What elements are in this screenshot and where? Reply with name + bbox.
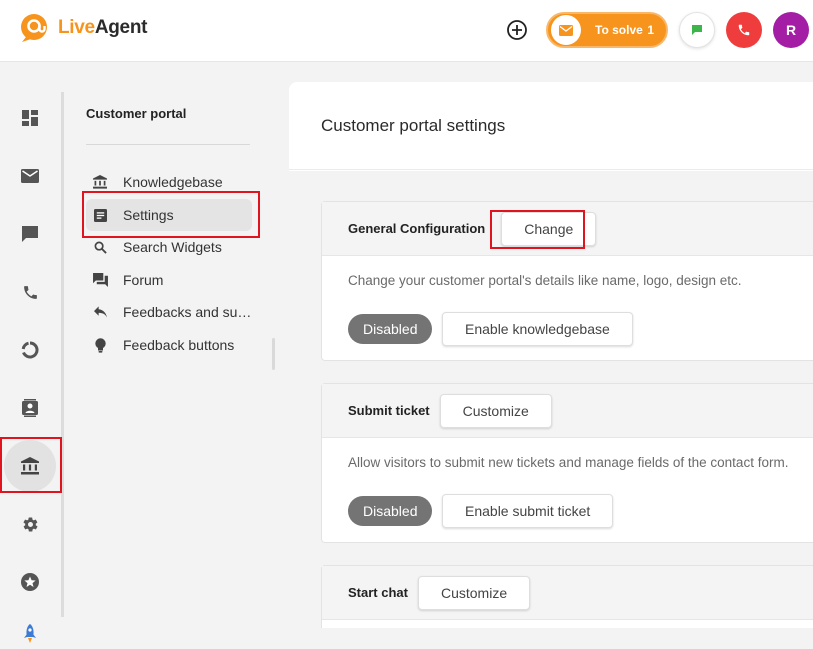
panel-divider <box>86 144 250 145</box>
section-description: Allow visitors to submit new tickets and… <box>348 455 789 470</box>
highlight-change-button <box>490 210 585 249</box>
avatar-initial: R <box>785 22 797 38</box>
section-title: Start chat <box>348 585 408 600</box>
logo-text-live: Live <box>58 17 95 38</box>
star-icon <box>21 573 39 591</box>
nav-item-forum[interactable]: Forum <box>86 264 252 296</box>
bulb-icon <box>92 337 108 353</box>
rail-reports[interactable] <box>4 324 56 376</box>
rail-mail[interactable] <box>4 150 56 202</box>
rail-getting-started[interactable] <box>4 614 56 649</box>
panel-title: Customer portal <box>86 106 187 121</box>
status-badge: Disabled <box>348 314 433 344</box>
chat-status-button[interactable] <box>679 12 715 48</box>
contacts-icon <box>22 399 38 417</box>
avatar[interactable]: R <box>773 12 809 48</box>
phone-icon <box>23 285 37 299</box>
dashboard-icon <box>22 110 38 126</box>
highlight-rail-knowledgebase <box>0 437 62 493</box>
status-badge: Disabled <box>348 496 433 526</box>
to-solve-label: To solve <box>595 23 643 37</box>
logo-text: LiveAgent <box>58 17 147 39</box>
chat-icon <box>22 226 38 242</box>
submit-ticket-section: Submit ticket Customize Allow visitors t… <box>321 383 813 543</box>
customize-start-chat-button[interactable]: Customize <box>417 575 531 610</box>
top-bar: LiveAgent To solve 1 R <box>0 0 813 62</box>
reply-icon <box>92 304 108 320</box>
search-icon <box>92 239 108 255</box>
nav-item-label: Search Widgets <box>123 239 222 255</box>
enable-knowledgebase-button[interactable]: Enable knowledgebase <box>442 312 633 346</box>
rail-dashboard[interactable] <box>4 92 56 144</box>
section-title: General Configuration <box>348 221 486 236</box>
main-navigation-rail <box>0 62 62 649</box>
settings-icon <box>23 516 37 532</box>
rail-favorites[interactable] <box>4 556 56 608</box>
nav-item-label: Feedbacks and suggestions <box>123 304 252 320</box>
envelope-icon <box>551 15 581 45</box>
section-header: Start chat Customize <box>322 566 813 620</box>
phone-status-button[interactable] <box>726 12 762 48</box>
nav-item-feedback-buttons[interactable]: Feedback buttons <box>86 329 252 361</box>
logo-text-agent: Agent <box>94 17 148 38</box>
chat-bubble-icon <box>692 25 702 35</box>
nav-item-label: Forum <box>123 272 164 288</box>
to-solve-button[interactable]: To solve 1 <box>546 12 668 48</box>
plus-circle-icon <box>507 20 527 40</box>
bank-icon <box>92 174 108 190</box>
liveagent-logo[interactable]: LiveAgent <box>20 13 147 43</box>
phone-icon <box>738 24 750 36</box>
rocket-icon <box>24 624 36 643</box>
enable-submit-ticket-button[interactable]: Enable submit ticket <box>442 494 614 528</box>
section-description: Change your customer portal's details li… <box>348 273 742 288</box>
rail-contacts[interactable] <box>4 382 56 434</box>
add-new-button[interactable] <box>505 18 529 42</box>
customer-portal-panel: Customer portal Knowledgebase Settings S… <box>64 62 278 649</box>
rail-settings[interactable] <box>4 498 56 550</box>
rail-calls[interactable] <box>4 266 56 318</box>
highlight-settings-item <box>82 191 260 238</box>
section-title: Submit ticket <box>348 403 430 418</box>
main-content: Customer portal settings General Configu… <box>289 82 813 628</box>
mail-icon <box>21 169 39 183</box>
liveagent-logo-icon <box>20 13 50 43</box>
to-solve-count: 1 <box>647 23 654 37</box>
forum-icon <box>92 272 108 288</box>
rail-chat[interactable] <box>4 208 56 260</box>
page-title: Customer portal settings <box>289 82 813 170</box>
nav-item-feedbacks[interactable]: Feedbacks and suggestions <box>86 296 252 328</box>
nav-item-label: Feedback buttons <box>123 337 235 353</box>
panel-scrollbar[interactable] <box>272 338 275 370</box>
reports-icon <box>21 341 39 359</box>
start-chat-section: Start chat Customize <box>321 565 813 628</box>
customize-submit-ticket-button[interactable]: Customize <box>439 393 552 428</box>
nav-item-label: Knowledgebase <box>123 174 223 190</box>
section-header: Submit ticket Customize <box>322 384 813 438</box>
